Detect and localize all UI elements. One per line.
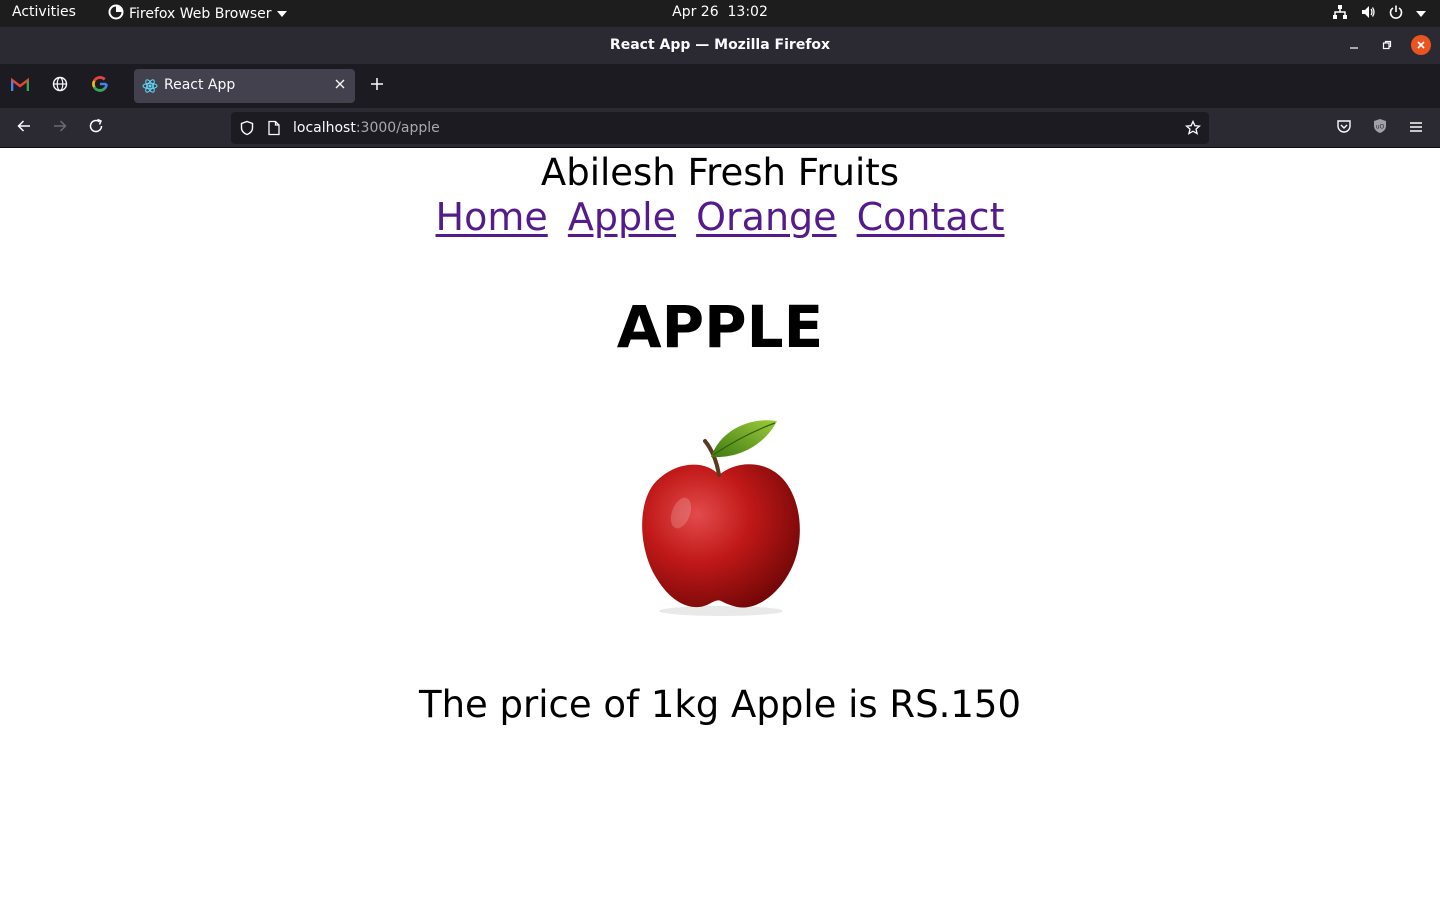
forward-button[interactable]: [48, 116, 72, 140]
clock-button[interactable]: Apr 26 13:02: [672, 4, 768, 20]
url-bar[interactable]: localhost:3000/apple: [231, 112, 1209, 144]
network-icon: [1332, 4, 1348, 24]
bookmark-star-icon[interactable]: [1184, 119, 1202, 140]
pocket-icon: [1336, 118, 1352, 138]
chevron-down-icon: [1416, 11, 1426, 17]
firefox-icon: [108, 4, 124, 24]
volume-icon: [1360, 4, 1376, 24]
google-icon: [92, 76, 108, 96]
chevron-down-icon: [276, 11, 287, 17]
app-menu-label: Firefox Web Browser: [129, 6, 272, 22]
shield-icon[interactable]: [239, 120, 255, 140]
nav-link-contact[interactable]: Contact: [857, 195, 1005, 239]
svg-text:uO: uO: [1376, 124, 1385, 131]
gmail-icon: [10, 77, 30, 96]
plus-icon: [370, 76, 384, 95]
page-info-icon[interactable]: [267, 120, 281, 140]
arrow-right-icon: [52, 118, 68, 138]
react-icon: [142, 78, 158, 98]
minimize-button[interactable]: [1344, 35, 1364, 55]
pinned-tab-web[interactable]: [48, 74, 72, 98]
pinned-tab-google[interactable]: [88, 74, 112, 98]
url-path: :3000/apple: [355, 120, 440, 136]
window-title: React App — Mozilla Firefox: [609, 37, 831, 53]
red-apple-image: [635, 413, 805, 618]
menu-button[interactable]: [1404, 116, 1428, 140]
reload-icon: [88, 118, 104, 138]
hamburger-menu-icon: [1409, 119, 1423, 138]
clock-time: 13:02: [727, 4, 768, 20]
navigation-toolbar: localhost:3000/apple uO: [0, 108, 1440, 148]
reload-button[interactable]: [84, 116, 108, 140]
url-text[interactable]: localhost:3000/apple: [293, 120, 440, 136]
pocket-button[interactable]: [1332, 116, 1356, 140]
clock-date: Apr 26: [672, 4, 719, 20]
ublock-button[interactable]: uO: [1368, 116, 1392, 140]
pinned-tab-gmail[interactable]: [8, 74, 32, 98]
close-window-button[interactable]: [1411, 35, 1431, 55]
power-icon: [1388, 4, 1404, 24]
window-title-bar: React App — Mozilla Firefox: [0, 27, 1440, 64]
page-content: Abilesh Fresh Fruits Home Apple Orange C…: [0, 149, 1440, 900]
url-host: localhost: [293, 120, 356, 136]
site-nav: Home Apple Orange Contact: [0, 195, 1440, 239]
tab-bar: React App: [0, 64, 1440, 108]
nav-link-home[interactable]: Home: [436, 195, 548, 239]
tab-title: React App: [164, 77, 236, 93]
restore-button[interactable]: [1377, 35, 1397, 55]
new-tab-button[interactable]: [366, 74, 388, 96]
system-tray[interactable]: [1332, 4, 1426, 24]
tab-react-app[interactable]: React App: [134, 69, 355, 103]
system-top-bar: Activities Firefox Web Browser Apr 26 13…: [0, 0, 1440, 27]
ublock-origin-icon: uO: [1372, 118, 1388, 138]
nav-link-apple[interactable]: Apple: [568, 195, 676, 239]
nav-link-orange[interactable]: Orange: [696, 195, 836, 239]
site-title: Abilesh Fresh Fruits: [540, 151, 900, 194]
arrow-left-icon: [16, 118, 32, 138]
close-tab-icon[interactable]: [334, 78, 346, 94]
activities-button[interactable]: Activities: [12, 4, 76, 20]
price-text: The price of 1kg Apple is RS.150: [418, 683, 1022, 726]
app-menu[interactable]: Firefox Web Browser: [108, 4, 287, 24]
page-heading: APPLE: [616, 293, 824, 361]
back-button[interactable]: [12, 116, 36, 140]
globe-icon: [52, 76, 68, 96]
